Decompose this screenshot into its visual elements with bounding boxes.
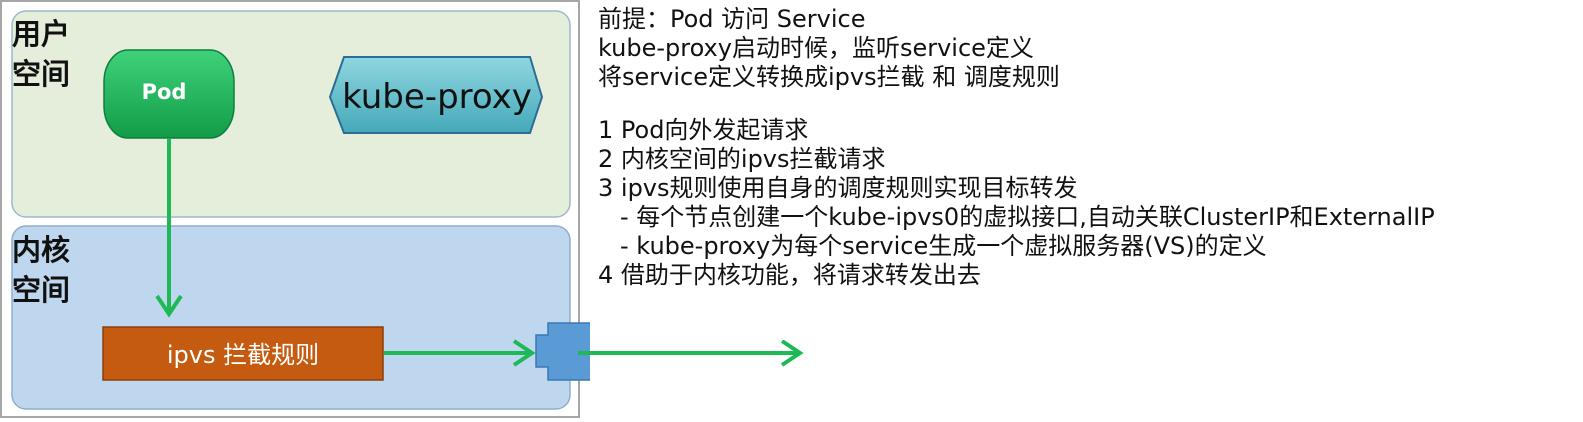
premise-line: kube-proxy启动时候，监听service定义 <box>598 34 1034 62</box>
ipvs-rule-label: ipvs 拦截规则 <box>167 341 319 369</box>
premise-line: 将service定义转换成ipvs拦截 和 调度规则 <box>598 63 1060 91</box>
kernel-space-region <box>11 225 571 410</box>
ipvs-architecture-diagram: 用户 空间 内核 空间 Pod kube-proxy ipvs 拦截规则 <box>0 0 590 418</box>
step-line: 1 Pod向外发起请求 <box>598 116 809 144</box>
pod-label: Pod <box>142 80 187 104</box>
user-space-label-line2: 空间 <box>12 57 70 91</box>
step-line: 2 内核空间的ipvs拦截请求 <box>598 145 886 173</box>
step-line: 4 借助于内核功能，将请求转发出去 <box>598 261 981 289</box>
kernel-space-label-line1: 内核 <box>12 233 70 267</box>
user-space-label-line1: 用户 <box>12 17 70 51</box>
sub-step-line: - kube-proxy为每个service生成一个虚拟服务器(VS)的定义 <box>620 232 1267 260</box>
outbound-arrow-extension <box>590 340 804 367</box>
kube-proxy-label: kube-proxy <box>342 77 532 117</box>
sub-step-line: - 每个节点创建一个kube-ipvs0的虚拟接口,自动关联ClusterIP和… <box>620 203 1435 231</box>
notes-panel: 前提：Pod 访问 Service kube-proxy启动时候，监听servi… <box>598 5 1573 290</box>
step-line: 3 ipvs规则使用自身的调度规则实现目标转发 <box>598 174 1078 202</box>
kernel-space-label-line2: 空间 <box>12 273 70 307</box>
premise-line: 前提：Pod 访问 Service <box>598 5 866 33</box>
